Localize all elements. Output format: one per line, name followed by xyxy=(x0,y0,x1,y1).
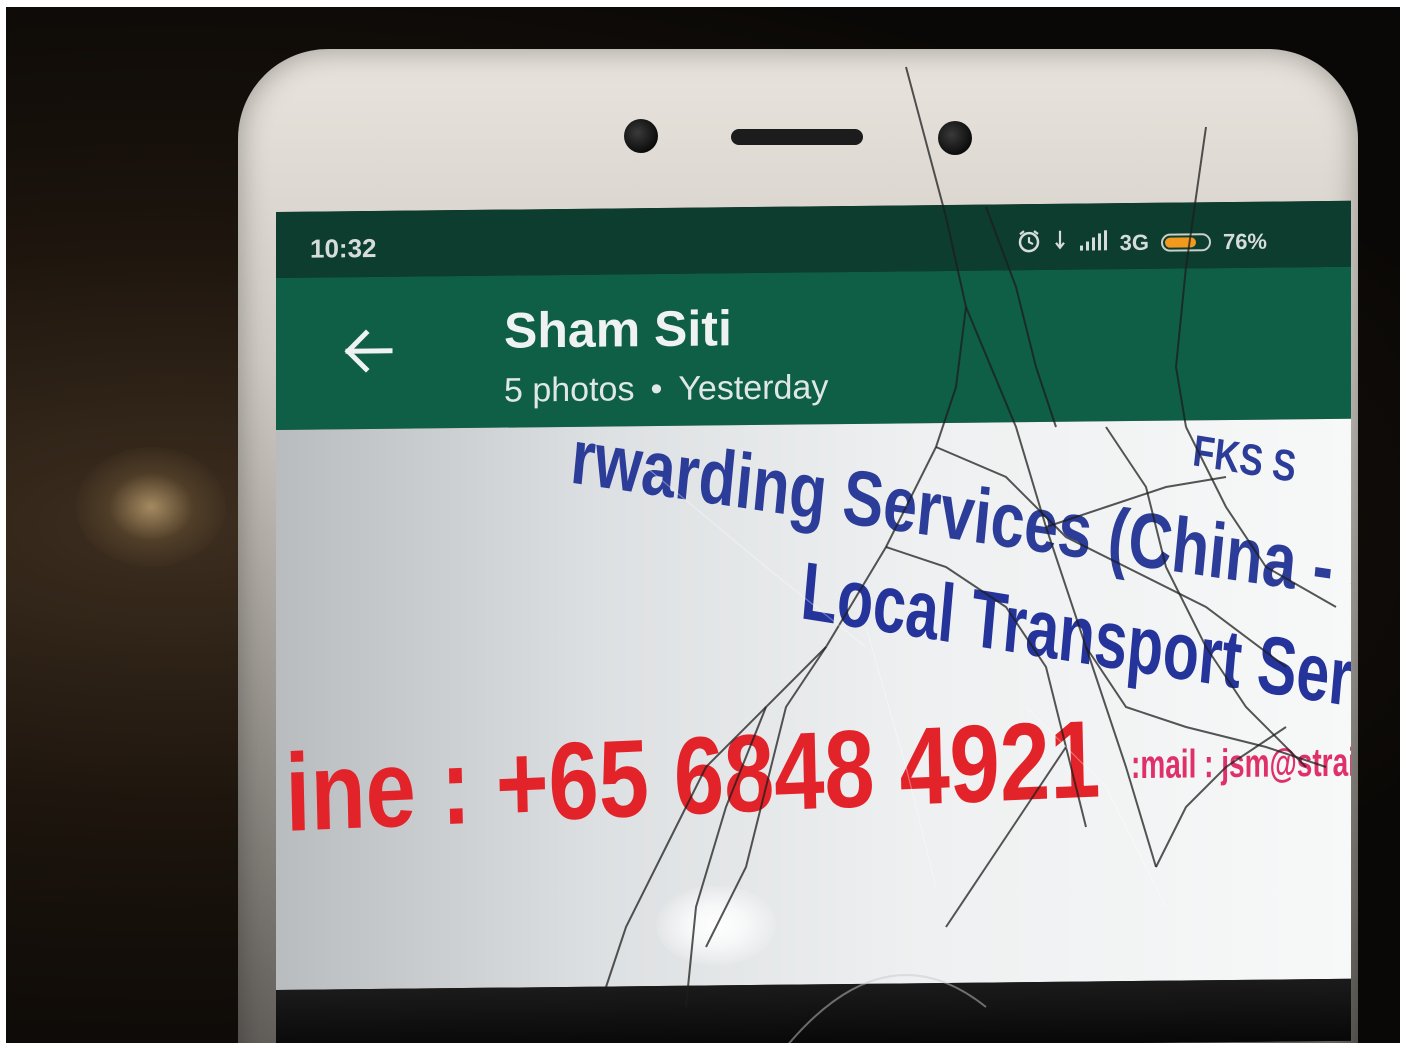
download-icon xyxy=(1054,229,1066,259)
separator-dot: • xyxy=(650,369,663,409)
screen-bottom-bezel xyxy=(276,978,1351,1043)
sign-text-top-right: FKS S xyxy=(1190,426,1299,492)
photo-background: 10:32 3G 76% Sham Siti 5 photos • Yester… xyxy=(6,7,1400,1043)
phone-screen: 10:32 3G 76% Sham Siti 5 photos • Yester… xyxy=(276,200,1351,1043)
album-info: 5 photos • Yesterday xyxy=(504,368,828,410)
arrow-left-icon xyxy=(344,329,393,373)
photo-count: 5 photos xyxy=(504,370,635,410)
battery-percent: 76% xyxy=(1222,228,1267,255)
status-time: 10:32 xyxy=(310,232,377,264)
sign-text-email: :mail : jsm@strait xyxy=(1131,740,1351,788)
flash-reflection xyxy=(656,884,776,967)
network-type: 3G xyxy=(1119,229,1149,256)
desk-reflection xyxy=(76,447,226,567)
alarm-icon xyxy=(1016,228,1042,260)
back-button[interactable] xyxy=(338,321,398,382)
battery-icon xyxy=(1160,233,1211,252)
front-camera-icon xyxy=(624,119,658,153)
earpiece xyxy=(731,129,863,145)
app-bar: Sham Siti 5 photos • Yesterday xyxy=(276,266,1351,430)
status-icons: 3G 76% xyxy=(1016,226,1267,261)
status-bar: 10:32 3G 76% xyxy=(276,200,1351,278)
sign-text-phone: ine : +65 6848 4921 xyxy=(284,697,1102,855)
signal-icon xyxy=(1078,229,1108,257)
proximity-sensor-icon xyxy=(938,121,972,155)
battery-level xyxy=(1164,237,1196,248)
album-date: Yesterday xyxy=(678,368,829,408)
photo-viewer[interactable]: rwarding Services (China - S FKS S Local… xyxy=(276,418,1351,991)
contact-name: Sham Siti xyxy=(504,300,732,359)
